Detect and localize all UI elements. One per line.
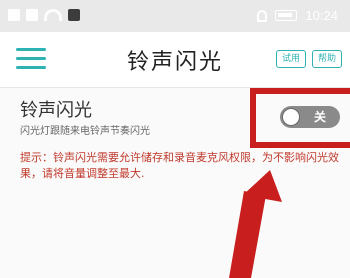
permission-tip: 提示：铃声闪光需要允许储存和录音麦克风权限，为不影响闪光效果，请将音量调整至最大…	[20, 151, 339, 180]
app-icon	[68, 9, 80, 21]
app-header: 铃声闪光 试用 帮助	[0, 32, 350, 88]
setting-title: 铃声闪光	[20, 100, 92, 121]
toggle-state-label: 关	[314, 110, 327, 124]
grid-icon	[26, 9, 38, 21]
wifi-icon	[44, 9, 62, 21]
status-left-icons	[8, 9, 80, 21]
arrow-shaft	[229, 191, 266, 278]
ringtone-flash-toggle[interactable]: 关	[280, 106, 340, 128]
battery-icon	[275, 10, 298, 21]
toggle-knob	[282, 108, 300, 126]
silent-bell-icon	[257, 9, 268, 22]
help-button[interactable]: 帮助	[312, 50, 342, 68]
status-right: 10:24	[257, 8, 338, 23]
try-button[interactable]: 试用	[276, 50, 306, 68]
setting-subtitle: 闪光灯跟随来电铃声节奏闪光	[20, 126, 150, 137]
status-bar: 10:24	[0, 0, 350, 32]
image-icon	[8, 9, 20, 21]
status-time: 10:24	[305, 8, 338, 23]
